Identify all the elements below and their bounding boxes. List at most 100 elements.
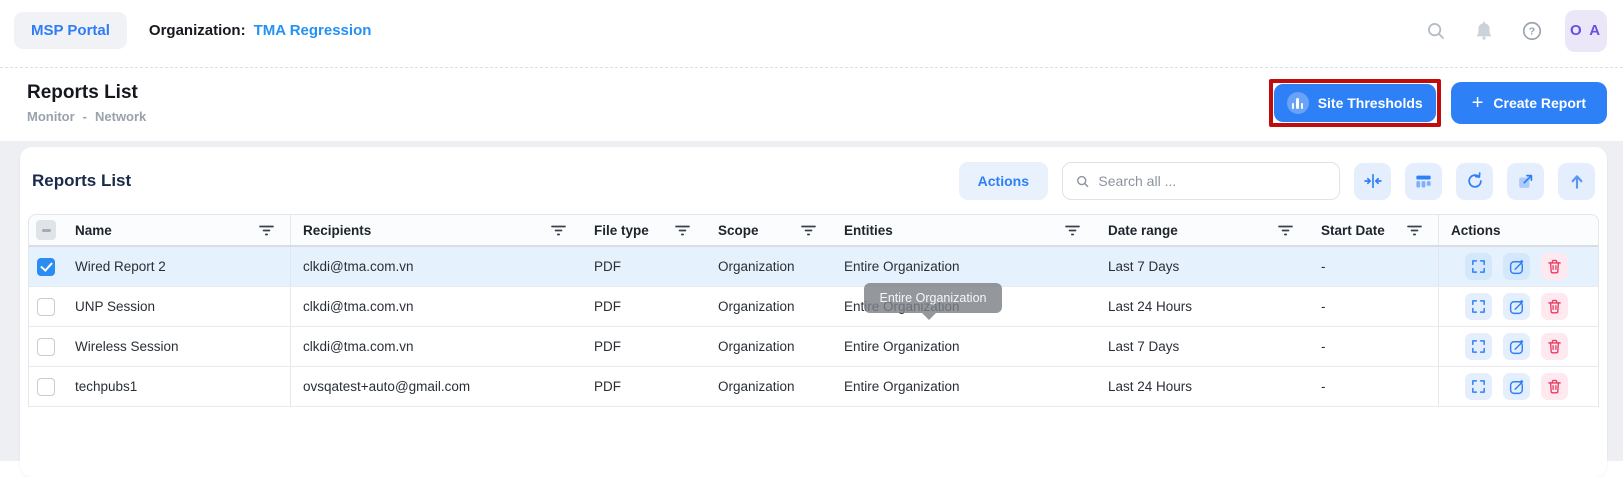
table-row[interactable]: techpubs1 ovsqatest+auto@gmail.com PDF O… xyxy=(29,367,1598,407)
expand-icon xyxy=(1470,378,1487,395)
plus-icon: + xyxy=(1472,93,1484,113)
cell-file-type: PDF xyxy=(582,367,706,406)
expand-report-button[interactable] xyxy=(1465,293,1492,320)
page-header-left: Reports List Monitor - Network xyxy=(27,82,146,124)
expand-icon xyxy=(1470,298,1487,315)
cell-name: techpubs1 xyxy=(63,367,291,406)
cell-scope: Organization xyxy=(706,247,832,286)
help-icon[interactable]: ? xyxy=(1521,20,1543,42)
cell-actions xyxy=(1438,367,1598,406)
user-avatar[interactable]: O A xyxy=(1565,10,1607,52)
cell-start-date: - xyxy=(1309,287,1438,326)
trash-icon xyxy=(1546,298,1563,315)
expand-report-button[interactable] xyxy=(1465,253,1492,280)
edit-icon xyxy=(1508,258,1526,276)
cell-recipients: clkdi@tma.com.vn xyxy=(291,247,582,286)
refresh-button[interactable] xyxy=(1456,163,1493,200)
cell-file-type: PDF xyxy=(582,247,706,286)
cell-entities: Entire Organization xyxy=(832,287,1096,326)
edit-report-button[interactable] xyxy=(1503,253,1530,280)
table-row[interactable]: UNP Session clkdi@tma.com.vn PDF Organiz… xyxy=(29,287,1598,327)
svg-text:?: ? xyxy=(1529,25,1535,37)
trash-icon xyxy=(1546,378,1563,395)
collapse-columns-button[interactable] xyxy=(1354,163,1391,200)
organization-label: Organization: xyxy=(149,22,246,39)
cell-entities: Entire Organization xyxy=(832,367,1096,406)
expand-icon xyxy=(1470,338,1487,355)
row-checkbox[interactable] xyxy=(37,258,55,276)
filter-icon[interactable] xyxy=(675,225,690,236)
collapse-columns-icon xyxy=(1363,171,1383,191)
column-header-start-date: Start Date xyxy=(1309,215,1438,245)
top-bar: MSP Portal Organization: TMA Regression … xyxy=(0,0,1623,68)
table-columns-icon xyxy=(1414,172,1433,191)
row-checkbox[interactable] xyxy=(37,378,55,396)
annotation-highlight-box: Site Thresholds xyxy=(1269,79,1441,127)
cell-entities: Entire Organization xyxy=(832,327,1096,366)
thresholds-equalizer-icon xyxy=(1287,92,1309,114)
cell-actions xyxy=(1438,247,1598,286)
msp-portal-button[interactable]: MSP Portal xyxy=(14,12,127,49)
cell-file-type: PDF xyxy=(582,287,706,326)
open-external-button[interactable] xyxy=(1507,163,1544,200)
notifications-bell-icon[interactable] xyxy=(1473,20,1495,42)
export-button[interactable] xyxy=(1558,163,1595,200)
columns-settings-button[interactable] xyxy=(1405,163,1442,200)
actions-button[interactable]: Actions xyxy=(959,162,1048,200)
cell-name: Wireless Session xyxy=(63,327,291,366)
column-header-scope: Scope xyxy=(706,215,832,245)
site-thresholds-button[interactable]: Site Thresholds xyxy=(1274,84,1436,122)
delete-report-button[interactable] xyxy=(1541,333,1568,360)
filter-icon[interactable] xyxy=(551,225,566,236)
breadcrumb-item-network[interactable]: Network xyxy=(95,109,146,124)
edit-report-button[interactable] xyxy=(1503,333,1530,360)
upload-arrow-icon xyxy=(1567,171,1587,191)
edit-icon xyxy=(1508,338,1526,356)
delete-report-button[interactable] xyxy=(1541,373,1568,400)
row-checkbox-cell xyxy=(29,367,63,406)
column-header-actions: Actions xyxy=(1438,215,1598,245)
filter-icon[interactable] xyxy=(1407,225,1422,236)
table-header-row: Name Recipients File type xyxy=(29,215,1598,247)
expand-icon xyxy=(1470,258,1487,275)
cell-file-type: PDF xyxy=(582,327,706,366)
row-checkbox[interactable] xyxy=(37,338,55,356)
cell-start-date: - xyxy=(1309,247,1438,286)
filter-icon[interactable] xyxy=(1278,225,1293,236)
cell-date-range: Last 7 Days xyxy=(1096,247,1309,286)
row-checkbox-cell xyxy=(29,287,63,326)
card-controls: Actions xyxy=(959,162,1595,200)
edit-icon xyxy=(1508,298,1526,316)
column-header-date-range: Date range xyxy=(1096,215,1309,245)
table-row[interactable]: Wireless Session clkdi@tma.com.vn PDF Or… xyxy=(29,327,1598,367)
reports-list-card: Reports List Actions xyxy=(20,147,1607,477)
search-icon[interactable] xyxy=(1425,20,1447,42)
edit-report-button[interactable] xyxy=(1503,293,1530,320)
edit-report-button[interactable] xyxy=(1503,373,1530,400)
filter-icon[interactable] xyxy=(801,225,816,236)
filter-icon[interactable] xyxy=(1065,225,1080,236)
table-row[interactable]: Wired Report 2 clkdi@tma.com.vn PDF Orga… xyxy=(29,247,1598,287)
organization-name-link[interactable]: TMA Regression xyxy=(254,22,372,39)
expand-report-button[interactable] xyxy=(1465,333,1492,360)
search-box[interactable] xyxy=(1062,162,1340,200)
delete-report-button[interactable] xyxy=(1541,293,1568,320)
search-input[interactable] xyxy=(1098,173,1327,189)
cell-recipients: clkdi@tma.com.vn xyxy=(291,327,582,366)
row-checkbox[interactable] xyxy=(37,298,55,316)
column-header-entities: Entities xyxy=(832,215,1096,245)
cell-date-range: Last 7 Days xyxy=(1096,327,1309,366)
reports-table: Name Recipients File type xyxy=(28,214,1599,407)
row-checkbox-cell xyxy=(29,327,63,366)
delete-report-button[interactable] xyxy=(1541,253,1568,280)
page-title: Reports List xyxy=(27,82,146,104)
trash-icon xyxy=(1546,258,1563,275)
cell-start-date: - xyxy=(1309,367,1438,406)
cell-date-range: Last 24 Hours xyxy=(1096,367,1309,406)
breadcrumb-item-monitor[interactable]: Monitor xyxy=(27,109,75,124)
select-all-checkbox[interactable] xyxy=(36,220,56,240)
expand-report-button[interactable] xyxy=(1465,373,1492,400)
create-report-button[interactable]: + Create Report xyxy=(1451,82,1607,124)
cell-start-date: - xyxy=(1309,327,1438,366)
filter-icon[interactable] xyxy=(259,225,274,236)
